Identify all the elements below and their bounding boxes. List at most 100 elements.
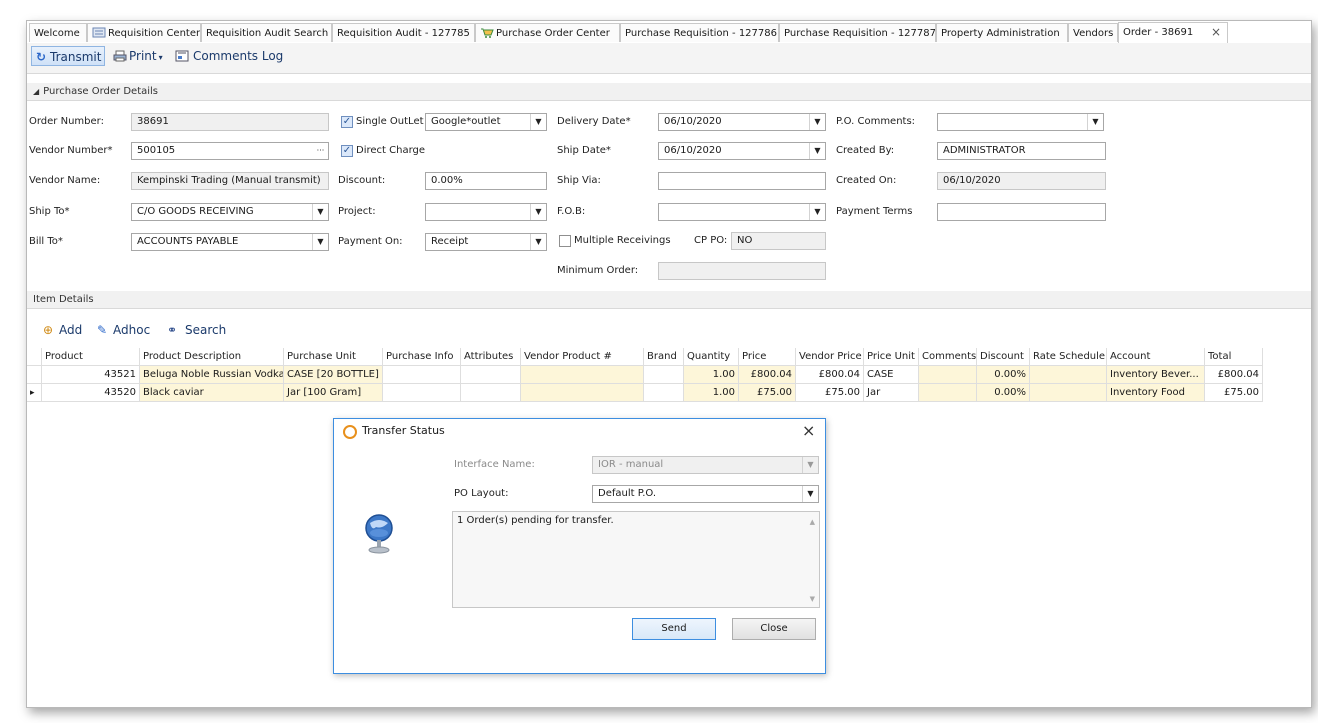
cp-po-field[interactable]: NO xyxy=(731,232,826,250)
created-on-field[interactable]: 06/10/2020 xyxy=(937,172,1106,190)
dropdown-arrow-icon[interactable]: ▼ xyxy=(312,204,328,220)
print-button[interactable]: Print ▾ xyxy=(109,46,169,66)
tab-purchase-requisition-127786[interactable]: Purchase Requisition - 127786 xyxy=(620,23,779,42)
attributes-cell[interactable] xyxy=(461,384,521,402)
table-row[interactable]: 43521 Beluga Noble Russian Vodka CASE [2… xyxy=(27,366,1267,384)
multiple-receivings-checkbox[interactable] xyxy=(559,235,571,247)
column-header[interactable]: Comments xyxy=(919,348,977,366)
comments-cell[interactable] xyxy=(919,366,977,384)
price-unit-cell[interactable]: Jar xyxy=(864,384,919,402)
column-header[interactable]: Purchase Unit xyxy=(284,348,383,366)
purchase-unit-cell[interactable]: CASE [20 BOTTLE] xyxy=(284,366,383,384)
scroll-up-icon[interactable]: ▲ xyxy=(810,518,815,526)
column-header[interactable]: Price Unit xyxy=(864,348,919,366)
po-layout-select[interactable]: Default P.O. ▼ xyxy=(592,485,819,503)
payment-terms-field[interactable] xyxy=(937,203,1106,221)
discount-field[interactable]: 0.00% xyxy=(425,172,547,190)
purchase-unit-cell[interactable]: Jar [100 Gram] xyxy=(284,384,383,402)
vendor-price-cell[interactable]: £800.04 xyxy=(796,366,864,384)
ship-via-field[interactable] xyxy=(658,172,826,190)
dropdown-arrow-icon[interactable]: ▼ xyxy=(809,114,825,130)
transfer-message-box[interactable]: 1 Order(s) pending for transfer. ▲ ▼ xyxy=(452,511,820,608)
dropdown-arrow-icon[interactable]: ▼ xyxy=(809,204,825,220)
rate-schedule-cell[interactable] xyxy=(1030,366,1107,384)
po-comments-select[interactable]: ▼ xyxy=(937,113,1104,131)
price-cell[interactable]: £800.04 xyxy=(739,366,796,384)
column-header[interactable]: Rate Schedule xyxy=(1030,348,1107,366)
rate-schedule-cell[interactable] xyxy=(1030,384,1107,402)
dropdown-arrow-icon[interactable]: ▼ xyxy=(809,143,825,159)
column-header[interactable]: Vendor Price xyxy=(796,348,864,366)
outlet-select[interactable]: Google*outlet ▼ xyxy=(425,113,547,131)
purchase-info-cell[interactable] xyxy=(383,366,461,384)
delivery-date-select[interactable]: 06/10/2020 ▼ xyxy=(658,113,826,131)
adhoc-button[interactable]: ✎ Adhoc xyxy=(93,320,159,340)
tab-vendors[interactable]: Vendors xyxy=(1068,23,1118,42)
column-header[interactable]: Brand xyxy=(644,348,684,366)
tab-purchase-order-center[interactable]: Purchase Order Center xyxy=(475,23,620,42)
project-select[interactable]: ▼ xyxy=(425,203,547,221)
minimum-order-field[interactable] xyxy=(658,262,826,280)
tab-requisition-audit-search[interactable]: Requisition Audit Search xyxy=(201,23,332,42)
transmit-button[interactable]: ↻ Transmit xyxy=(31,46,105,66)
column-header[interactable]: Account xyxy=(1107,348,1205,366)
comments-log-button[interactable]: Comments Log xyxy=(171,46,283,66)
product-cell[interactable]: 43520 xyxy=(42,384,140,402)
quantity-cell[interactable]: 1.00 xyxy=(684,384,739,402)
fob-select[interactable]: ▼ xyxy=(658,203,826,221)
scroll-down-icon[interactable]: ▼ xyxy=(810,595,815,603)
column-header[interactable]: Product xyxy=(42,348,140,366)
price-unit-cell[interactable]: CASE xyxy=(864,366,919,384)
column-header[interactable]: Total xyxy=(1205,348,1263,366)
payment-on-select[interactable]: Receipt ▼ xyxy=(425,233,547,251)
direct-charge-checkbox[interactable]: ✓ xyxy=(341,145,353,157)
attributes-cell[interactable] xyxy=(461,366,521,384)
description-cell[interactable]: Black caviar xyxy=(140,384,284,402)
vendor-number-field[interactable]: 500105 ··· xyxy=(131,142,329,160)
total-cell[interactable]: £75.00 xyxy=(1205,384,1263,402)
dropdown-arrow-icon[interactable]: ▼ xyxy=(802,486,818,502)
tab-requisition-audit-127785[interactable]: Requisition Audit - 127785 xyxy=(332,23,475,42)
total-cell[interactable]: £800.04 xyxy=(1205,366,1263,384)
vendor-product-cell[interactable] xyxy=(521,366,644,384)
column-header[interactable]: Product Description xyxy=(140,348,284,366)
dropdown-arrow-icon[interactable]: ▼ xyxy=(530,234,546,250)
created-by-field[interactable]: ADMINISTRATOR xyxy=(937,142,1106,160)
quantity-cell[interactable]: 1.00 xyxy=(684,366,739,384)
dropdown-arrow-icon[interactable]: ▼ xyxy=(530,114,546,130)
ship-date-select[interactable]: 06/10/2020 ▼ xyxy=(658,142,826,160)
tab-property-administration[interactable]: Property Administration xyxy=(936,23,1068,42)
add-button[interactable]: ⊕ Add xyxy=(39,320,91,340)
tab-order-38691[interactable]: Order - 38691 × xyxy=(1118,22,1228,43)
vendor-product-cell[interactable] xyxy=(521,384,644,402)
description-cell[interactable]: Beluga Noble Russian Vodka xyxy=(140,366,284,384)
account-cell[interactable]: Inventory Bever... xyxy=(1107,366,1205,384)
column-header[interactable]: Attributes xyxy=(461,348,521,366)
dialog-title-bar[interactable]: Transfer Status × xyxy=(334,419,825,445)
column-header[interactable]: Purchase Info xyxy=(383,348,461,366)
tab-close-icon[interactable]: × xyxy=(1211,23,1221,42)
brand-cell[interactable] xyxy=(644,366,684,384)
table-row[interactable]: ▸ 43520 Black caviar Jar [100 Gram] 1.00… xyxy=(27,384,1267,402)
column-header[interactable]: Price xyxy=(739,348,796,366)
bill-to-select[interactable]: ACCOUNTS PAYABLE ▼ xyxy=(131,233,329,251)
column-header[interactable]: Discount xyxy=(977,348,1030,366)
vendor-name-field[interactable]: Kempinski Trading (Manual transmit) xyxy=(131,172,329,190)
ellipsis-icon[interactable]: ··· xyxy=(313,143,328,159)
vendor-price-cell[interactable]: £75.00 xyxy=(796,384,864,402)
dropdown-arrow-icon[interactable]: ▼ xyxy=(1087,114,1103,130)
ship-to-select[interactable]: C/O GOODS RECEIVING ▼ xyxy=(131,203,329,221)
single-outlet-checkbox[interactable]: ✓ xyxy=(341,116,353,128)
search-button[interactable]: ⚭ Search xyxy=(163,320,229,340)
tab-welcome[interactable]: Welcome xyxy=(29,23,87,42)
brand-cell[interactable] xyxy=(644,384,684,402)
account-cell[interactable]: Inventory Food xyxy=(1107,384,1205,402)
send-button[interactable]: Send xyxy=(632,618,716,640)
discount-cell[interactable]: 0.00% xyxy=(977,366,1030,384)
close-button[interactable]: Close xyxy=(732,618,816,640)
product-cell[interactable]: 43521 xyxy=(42,366,140,384)
tab-requisition-center[interactable]: Requisition Center xyxy=(87,23,201,42)
order-number-field[interactable]: 38691 xyxy=(131,113,329,131)
interface-name-select[interactable]: IOR - manual ▼ xyxy=(592,456,819,474)
comments-cell[interactable] xyxy=(919,384,977,402)
